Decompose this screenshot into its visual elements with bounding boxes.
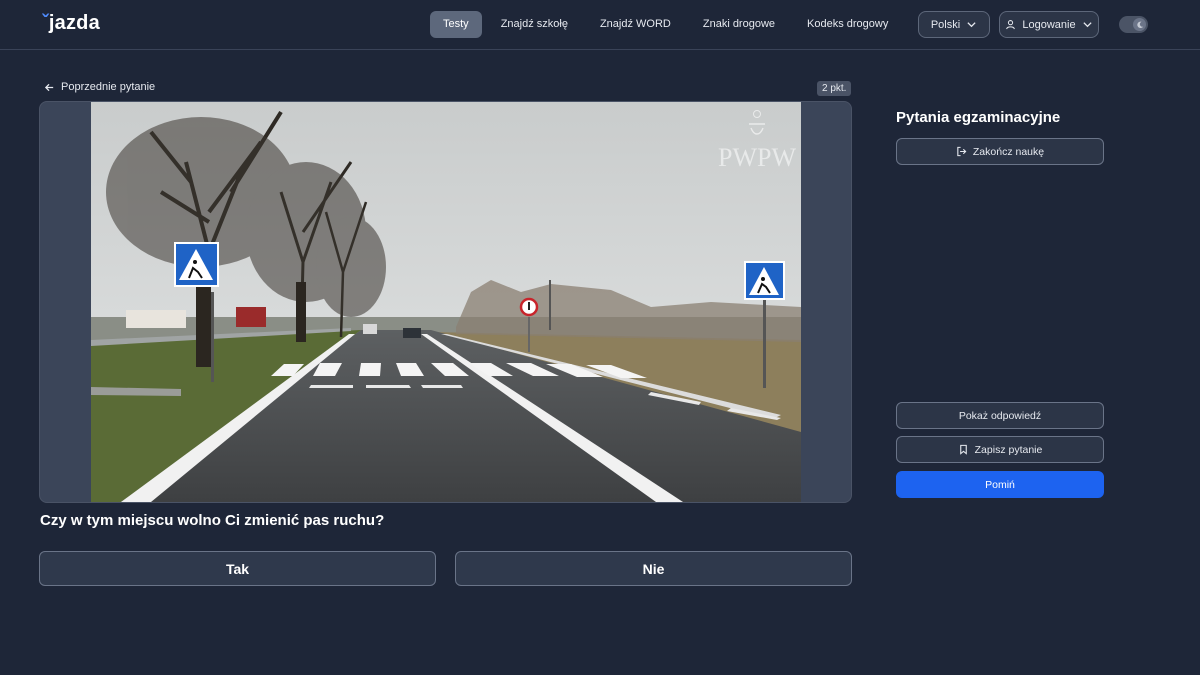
language-select[interactable]: Polski [918,11,990,38]
main-nav: Testy Znajdź szkołę Znajdź WORD Znaki dr… [430,11,961,38]
language-label: Polski [930,18,961,31]
answer-yes-button[interactable]: Tak [39,551,436,586]
question-image-frame: PWPW [39,101,852,503]
user-icon [1006,20,1016,30]
finish-learning-button[interactable]: Zakończ naukę [896,138,1104,165]
logout-icon [957,146,967,157]
nav-item-find-word[interactable]: Znajdź WORD [587,11,684,38]
previous-question-label: Poprzednie pytanie [61,81,156,93]
nav-item-testy[interactable]: Testy [430,11,482,38]
moon-icon [1133,18,1146,31]
pwpw-watermark: PWPW [718,143,796,172]
answer-no-button[interactable]: Nie [455,551,852,586]
sidebar-title: Pytania egzaminacyjne [896,109,1061,126]
question-text: Czy w tym miejscu wolno Ci zmienić pas r… [40,512,385,529]
nav-item-find-school[interactable]: Znajdź szkołę [488,11,581,38]
skip-button[interactable]: Pomiń [896,471,1104,498]
login-label: Logowanie [1022,18,1076,31]
theme-toggle[interactable] [1119,16,1148,33]
show-answer-button[interactable]: Pokaż odpowiedź [896,402,1104,429]
bookmark-icon [959,444,967,455]
points-badge: 2 pkt. [817,81,852,96]
nav-item-road-code[interactable]: Kodeks drogowy [794,11,901,38]
nav-item-road-signs[interactable]: Znaki drogowe [690,11,788,38]
top-navbar: ˇjazda Testy Znajdź szkołę Znajdź WORD Z… [0,0,1200,50]
show-answer-label: Pokaż odpowiedź [958,409,1042,422]
previous-question-link[interactable]: Poprzednie pytanie [44,81,155,93]
chevron-down-icon [1082,22,1092,28]
save-question-label: Zapisz pytanie [974,443,1043,456]
login-menu-button[interactable]: Logowanie [999,11,1099,38]
arrow-left-icon [44,83,54,91]
question-image: PWPW [91,102,801,502]
finish-learning-label: Zakończ naukę [972,145,1045,158]
save-question-button[interactable]: Zapisz pytanie [896,436,1104,463]
logo[interactable]: ˇjazda [42,12,100,35]
chevron-down-icon [967,22,976,28]
skip-label: Pomiń [985,478,1015,491]
